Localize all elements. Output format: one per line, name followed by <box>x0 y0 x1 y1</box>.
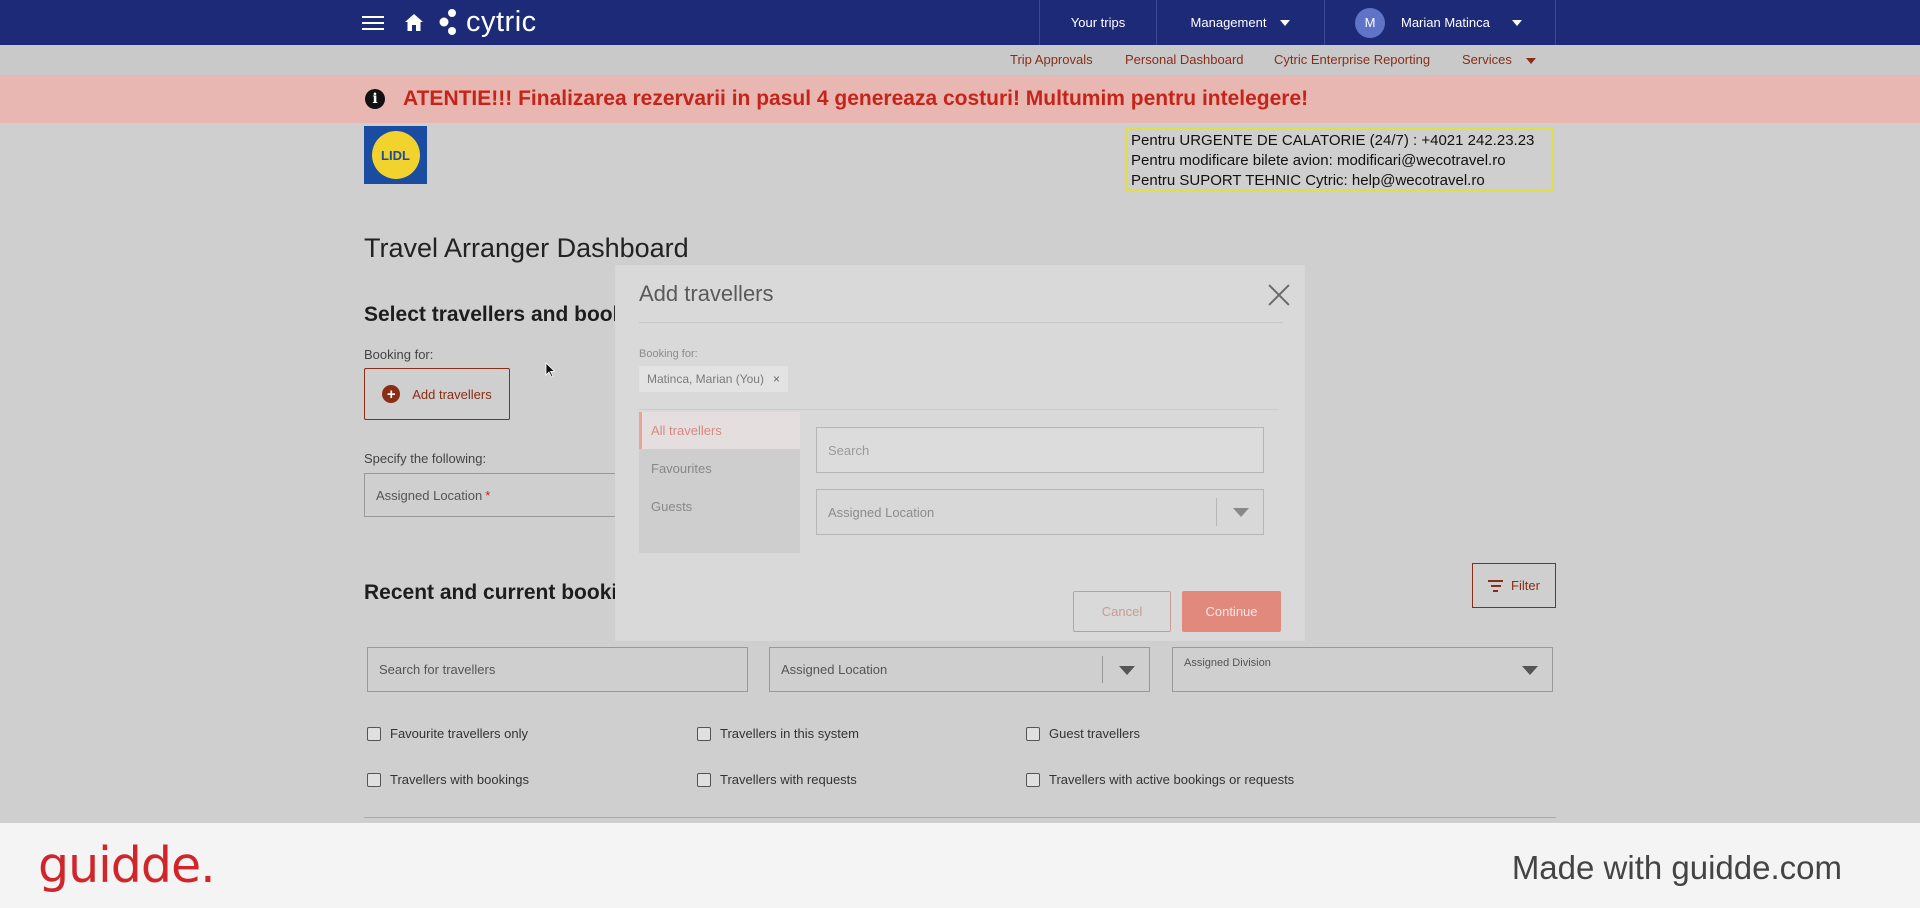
modal-title: Add travellers <box>639 281 774 306</box>
page-title: Travel Arranger Dashboard <box>364 233 689 263</box>
modal-booking-for-label: Booking for: <box>639 348 698 360</box>
user-name: Marian Matinca <box>1401 15 1490 30</box>
checkbox-label: Guest travellers <box>1049 726 1141 741</box>
menu-icon[interactable] <box>362 12 384 32</box>
filter-assigned-location-label: Assigned Location <box>781 662 888 677</box>
modal-search-input[interactable]: Search <box>816 427 1264 473</box>
contact-tech-support: Pentru SUPORT TEHNIC Cytric: help@wecotr… <box>1131 172 1485 189</box>
checkbox[interactable] <box>1026 726 1040 741</box>
chevron-down-icon <box>1280 19 1291 26</box>
contact-info-box: Pentru URGENTE DE CALATORIE (24/7) : +40… <box>1126 127 1554 191</box>
traveller-type-tabs: All travellers Favourites Guests <box>639 412 800 553</box>
chevron-down-icon <box>1522 665 1538 675</box>
recent-bookings-heading: Recent and current bookings <box>364 581 655 604</box>
traveller-chip: Matinca, Marian (You) × <box>639 366 788 392</box>
checkbox-label: Travellers in this system <box>720 726 859 741</box>
company-logo: LIDL <box>364 126 427 184</box>
tab-all-travellers[interactable]: All travellers <box>639 412 800 449</box>
cancel-button[interactable]: Cancel <box>1073 591 1171 632</box>
services-menu[interactable]: Services <box>1462 52 1536 67</box>
dropdown-separator <box>1216 498 1217 526</box>
home-icon[interactable] <box>404 13 424 32</box>
dropdown-separator <box>1102 656 1103 683</box>
modal-divider <box>639 409 1279 410</box>
alert-message: ATENTIE!!! Finalizarea rezervarii in pas… <box>403 87 1309 110</box>
company-logo-text: LIDL <box>371 131 420 179</box>
tab-guests[interactable]: Guests <box>639 488 800 525</box>
chevron-down-icon <box>1525 57 1536 64</box>
filter-button[interactable]: Filter <box>1472 563 1556 608</box>
checkbox[interactable] <box>697 772 711 787</box>
checkbox-travellers-with-bookings[interactable]: Travellers with bookings <box>367 772 529 787</box>
management-label: Management <box>1190 15 1267 30</box>
modal-assigned-location-select[interactable]: Assigned Location <box>816 489 1264 535</box>
add-travellers-label: Add travellers <box>412 386 492 402</box>
personal-dashboard-link[interactable]: Personal Dashboard <box>1125 52 1244 67</box>
checkbox[interactable] <box>1026 772 1040 787</box>
chevron-down-icon <box>1119 665 1135 675</box>
checkbox-active-bookings-or-requests[interactable]: Travellers with active bookings or reque… <box>1026 772 1294 787</box>
management-menu[interactable]: Management <box>1156 0 1324 45</box>
modal-assigned-location-label: Assigned Location <box>828 504 935 520</box>
services-label: Services <box>1462 52 1512 67</box>
checkbox-label: Travellers with active bookings or reque… <box>1049 772 1295 787</box>
specify-label: Specify the following: <box>364 451 487 466</box>
continue-button[interactable]: Continue <box>1182 591 1281 632</box>
enterprise-reporting-link[interactable]: Cytric Enterprise Reporting <box>1274 52 1430 67</box>
search-travellers-placeholder: Search for travellers <box>379 662 496 677</box>
filter-label: Filter <box>1511 578 1540 593</box>
add-travellers-button[interactable]: + Add travellers <box>364 368 510 420</box>
avatar: M <box>1355 7 1385 38</box>
your-trips-link[interactable]: Your trips <box>1039 0 1156 45</box>
required-mark: * <box>485 487 491 503</box>
cytric-logo[interactable]: cytric <box>438 6 537 38</box>
checkbox-label: Favourite travellers only <box>390 726 528 741</box>
trip-approvals-link[interactable]: Trip Approvals <box>1010 52 1093 67</box>
plus-circle-icon: + <box>382 385 401 403</box>
checkbox[interactable] <box>697 726 711 741</box>
checkbox-travellers-in-system[interactable]: Travellers in this system <box>697 726 859 741</box>
filter-assigned-location-select[interactable]: Assigned Location <box>769 647 1150 692</box>
assigned-location-label: Assigned Location <box>376 487 483 503</box>
cytric-logo-icon <box>439 9 456 35</box>
checkbox-label: Travellers with requests <box>720 772 857 787</box>
section-divider <box>364 817 1556 818</box>
top-navigation-bar: cytric Your trips Management M Marian Ma… <box>0 0 1920 45</box>
guidde-logo: guidde. <box>38 837 216 894</box>
chevron-down-icon <box>1511 19 1522 26</box>
search-travellers-input[interactable]: Search for travellers <box>367 647 748 692</box>
your-trips-label: Your trips <box>1070 15 1126 30</box>
assigned-division-select[interactable]: Assigned Division <box>1172 647 1553 692</box>
remove-chip-icon[interactable]: × <box>773 372 780 386</box>
guidde-footer: guidde. Made with guidde.com <box>0 823 1920 908</box>
user-menu[interactable]: M Marian Matinca <box>1324 0 1556 45</box>
traveller-chip-label: Matinca, Marian (You) <box>647 372 764 386</box>
assigned-division-label: Assigned Division <box>1184 657 1271 669</box>
checkbox-favourite-travellers[interactable]: Favourite travellers only <box>367 726 528 741</box>
tab-favourites[interactable]: Favourites <box>639 450 800 487</box>
contact-flight-changes: Pentru modificare bilete avion: modifica… <box>1131 152 1506 169</box>
modal-divider <box>639 322 1283 323</box>
booking-for-label: Booking for: <box>364 347 434 362</box>
add-travellers-modal: Add travellers Booking for: Matinca, Mar… <box>615 265 1305 641</box>
contact-urgent: Pentru URGENTE DE CALATORIE (24/7) : +40… <box>1131 132 1535 149</box>
alert-banner: i ATENTIE!!! Finalizarea rezervarii in p… <box>0 75 1920 123</box>
checkbox-guest-travellers[interactable]: Guest travellers <box>1026 726 1140 741</box>
checkbox-travellers-with-requests[interactable]: Travellers with requests <box>697 772 857 787</box>
chevron-down-icon <box>1233 508 1249 517</box>
mouse-cursor-icon <box>545 362 556 378</box>
checkbox[interactable] <box>367 726 381 741</box>
checkbox[interactable] <box>367 772 381 787</box>
checkbox-label: Travellers with bookings <box>390 772 529 787</box>
close-icon[interactable] <box>1267 283 1291 307</box>
info-icon: i <box>365 89 385 109</box>
brand-name: cytric <box>466 5 537 38</box>
filter-icon <box>1488 577 1504 595</box>
made-with-guidde: Made with guidde.com <box>1511 849 1842 886</box>
secondary-navigation: Trip Approvals Personal Dashboard Cytric… <box>0 45 1920 75</box>
modal-search-placeholder: Search <box>828 442 870 458</box>
